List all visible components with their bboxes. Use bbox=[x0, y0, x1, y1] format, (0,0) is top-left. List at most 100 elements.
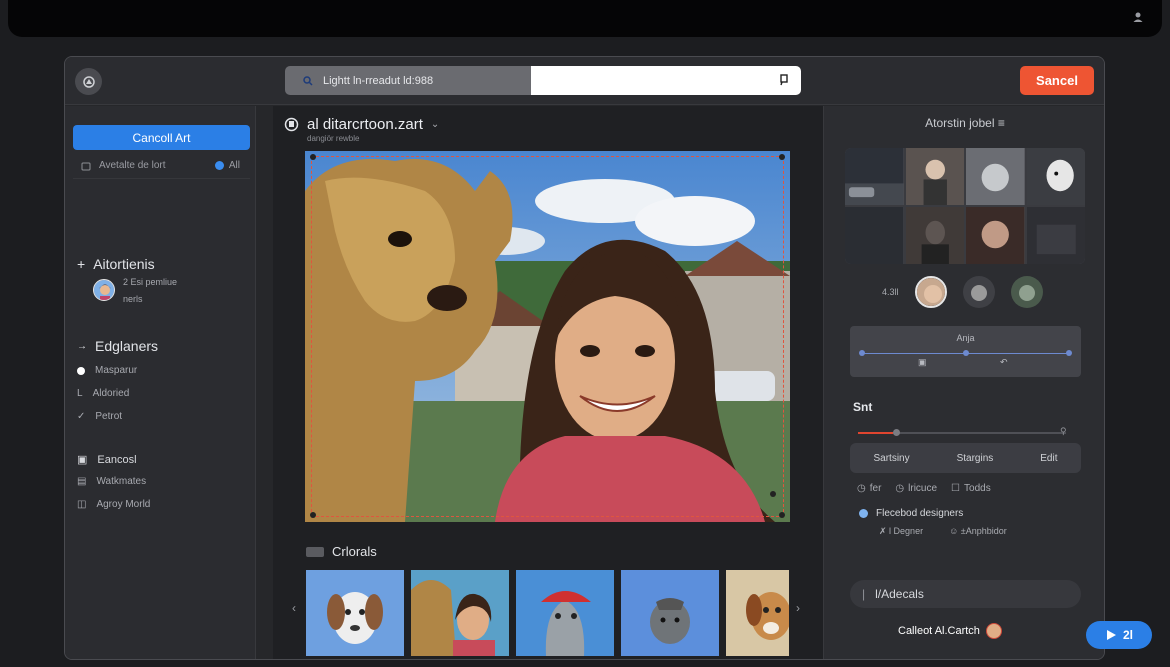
sub-option-label: ±Anphbidor bbox=[960, 526, 1007, 536]
tab-edit[interactable]: Edit bbox=[1040, 453, 1057, 464]
saturation-slider[interactable] bbox=[858, 429, 1066, 436]
gallery-image[interactable] bbox=[905, 148, 964, 205]
face-option[interactable] bbox=[914, 276, 947, 308]
clock-icon: ◷ bbox=[895, 483, 905, 494]
sidebar-item-masparur[interactable]: Masparur bbox=[77, 365, 137, 376]
right-panel: Atorstin jobel ≡ 4.3ll Anja ▣ ↶ Snt ⚲ Sa… bbox=[823, 106, 1104, 659]
cancel-button[interactable]: Sancel bbox=[1020, 66, 1094, 95]
footer-label-text: Calleot Al.Cartch bbox=[898, 625, 980, 637]
sub-option-label: l Degner bbox=[889, 526, 924, 536]
shuffle-icon: ✗ bbox=[879, 526, 890, 536]
panel-title[interactable]: Atorstin jobel ≡ bbox=[824, 116, 1104, 130]
face-option[interactable] bbox=[962, 276, 995, 308]
angle-knob[interactable] bbox=[859, 350, 865, 356]
image-canvas[interactable] bbox=[305, 151, 790, 522]
sidebar-item-petrot[interactable]: ✓ Petrot bbox=[77, 411, 122, 422]
tab-stargins[interactable]: Stargins bbox=[957, 453, 994, 464]
search-input[interactable] bbox=[531, 66, 801, 95]
undo-icon[interactable]: ↶ bbox=[1000, 357, 1008, 368]
angle-knob[interactable] bbox=[1066, 350, 1072, 356]
app-logo-icon[interactable] bbox=[75, 68, 102, 95]
reference-gallery[interactable] bbox=[845, 148, 1085, 264]
gallery-image[interactable] bbox=[966, 207, 1025, 264]
gallery-image[interactable] bbox=[845, 148, 904, 205]
thumbnail[interactable] bbox=[726, 570, 789, 656]
radio-option[interactable]: Flecebod designers bbox=[859, 508, 963, 519]
stamp-icon: ▤ bbox=[77, 476, 87, 487]
sidebar-item-label: Petrot bbox=[95, 411, 123, 422]
play-button-label: 2l bbox=[1122, 628, 1133, 642]
tool-agroy-morld[interactable]: ◫ Agroy Morld bbox=[77, 499, 150, 510]
chevron-right-icon[interactable]: › bbox=[796, 601, 800, 615]
face-option[interactable] bbox=[1010, 276, 1043, 308]
sub-options: ✗ l Degner ☺ ±Anphbidor bbox=[879, 526, 1007, 537]
face-selector: 4.3ll bbox=[882, 276, 1043, 308]
crop-handle-top-right[interactable] bbox=[779, 154, 785, 160]
angle-control[interactable]: Anja ▣ ↶ bbox=[850, 326, 1081, 377]
section-edglaners[interactable]: → Edglaners bbox=[77, 338, 158, 354]
option-fer[interactable]: ◷ fer bbox=[857, 483, 881, 494]
crop-handle-bottom-left[interactable] bbox=[310, 512, 316, 518]
footer-label[interactable]: Calleot Al.Cartch bbox=[898, 623, 1002, 639]
bookmark-icon[interactable] bbox=[779, 74, 789, 86]
option-label: Todds bbox=[964, 483, 991, 494]
adecals-field[interactable]: | l/Adecals bbox=[850, 580, 1081, 608]
crop-frame[interactable] bbox=[311, 156, 784, 517]
angle-knob[interactable] bbox=[963, 350, 969, 356]
search-icon bbox=[303, 75, 313, 86]
play-button[interactable]: 2l bbox=[1086, 621, 1152, 649]
panel-title-text: Atorstin jobel bbox=[925, 116, 995, 130]
user-icon[interactable] bbox=[1132, 11, 1144, 23]
gallery-image[interactable] bbox=[845, 207, 904, 264]
gallery-image[interactable] bbox=[1026, 207, 1085, 264]
segmented-tabs: Sartsiny Stargins Edit bbox=[850, 443, 1081, 473]
slider-fill bbox=[858, 432, 894, 434]
thumbnail[interactable] bbox=[306, 570, 404, 656]
chevron-down-icon[interactable]: ⌄ bbox=[431, 119, 439, 130]
saturation-label: Snt bbox=[853, 400, 873, 414]
chevron-left-icon[interactable]: ‹ bbox=[292, 601, 296, 615]
play-icon bbox=[1106, 630, 1116, 640]
sidebar-item-aldoried[interactable]: L Aldoried bbox=[77, 388, 129, 399]
file-title[interactable]: al ditarcrtoon.zart ⌄ bbox=[284, 116, 439, 133]
crop-handle-top-left[interactable] bbox=[310, 154, 316, 160]
filter-label: Avetalte de lort bbox=[99, 160, 166, 171]
sidebar-filter[interactable]: Avetalte de lort All bbox=[73, 153, 250, 179]
search-bar[interactable]: Lightt ln-rreadut ld:988 bbox=[285, 66, 801, 95]
thumbnail[interactable] bbox=[516, 570, 614, 656]
section-artists[interactable]: + Aitortienis bbox=[77, 256, 155, 272]
tab-sartsiny[interactable]: Sartsiny bbox=[873, 453, 909, 464]
option-todds[interactable]: ☐ Todds bbox=[951, 483, 991, 494]
thumbnail[interactable] bbox=[411, 570, 509, 656]
gallery-image[interactable] bbox=[966, 148, 1025, 205]
tool-label: Eancosl bbox=[97, 453, 137, 466]
check-icon: ✓ bbox=[77, 411, 86, 422]
image-icon[interactable]: ▣ bbox=[918, 357, 927, 368]
tool-eancosl[interactable]: ▣ Eancosl bbox=[77, 453, 137, 467]
sub-option-degner[interactable]: ✗ l Degner bbox=[879, 526, 923, 537]
cancel-art-button[interactable]: Cancoll Art bbox=[73, 125, 250, 150]
crop-handle-side[interactable] bbox=[770, 491, 776, 497]
folder-icon bbox=[81, 162, 91, 170]
all-toggle[interactable]: All bbox=[214, 160, 240, 171]
slider-handle[interactable] bbox=[893, 429, 901, 436]
tool-watkmates[interactable]: ▤ Watkmates bbox=[77, 476, 146, 487]
clock-icon: ◷ bbox=[857, 483, 866, 494]
key-icon[interactable]: ⚲ bbox=[1060, 426, 1067, 437]
option-label: fer bbox=[869, 483, 882, 494]
gallery-image[interactable] bbox=[905, 207, 964, 264]
search-text[interactable]: Lightt ln-rreadut ld:988 bbox=[323, 75, 433, 87]
angle-label: Anja bbox=[956, 333, 975, 343]
option-lricuce[interactable]: ◷ lricuce bbox=[895, 483, 937, 494]
thumbnails-header: Crlorals bbox=[306, 544, 377, 559]
radio-selected-icon bbox=[859, 509, 868, 518]
avatar-entry[interactable]: 2 Esi pemliue nerls bbox=[93, 274, 177, 308]
thumbnail[interactable] bbox=[621, 570, 719, 656]
crop-handle-bottom-right[interactable] bbox=[779, 512, 785, 518]
frame-icon: ▣ bbox=[77, 454, 88, 466]
cart-icon: ◫ bbox=[77, 499, 87, 510]
gallery-image[interactable] bbox=[1026, 148, 1085, 205]
left-sidebar: Cancoll Art Avetalte de lort All + Aitor… bbox=[65, 106, 256, 659]
sub-option-anphbidor[interactable]: ☺ ±Anphbidor bbox=[949, 526, 1007, 537]
checkbox-icon: ☐ bbox=[951, 483, 961, 494]
